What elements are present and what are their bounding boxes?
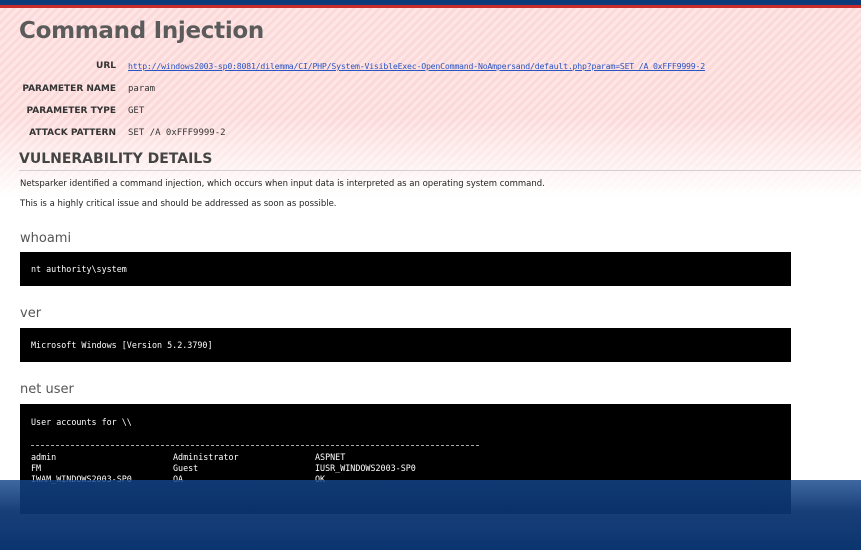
report-page: Command Injection URL http://windows2003… — [0, 5, 861, 550]
net-user-separator — [31, 445, 479, 446]
vulnerability-details-heading: VULNERABILITY DETAILS — [19, 151, 213, 167]
whoami-console: nt authority\system — [20, 252, 791, 286]
user-account: Administrator — [173, 452, 239, 462]
user-account: FM — [31, 463, 42, 473]
url-row: URL http://windows2003-sp0:8081/dilemma/… — [0, 57, 861, 75]
vulnerability-description: Netsparker identified a command injectio… — [20, 179, 545, 189]
parameter-type-label: PARAMETER TYPE — [26, 106, 117, 116]
attack-pattern-value: SET /A 0xFFF9999-2 — [128, 128, 226, 138]
parameter-name-value: param — [128, 84, 156, 94]
parameter-type-row: PARAMETER TYPE GET — [0, 102, 861, 120]
ver-console: Microsoft Windows [Version 5.2.3790] — [20, 328, 791, 362]
page-title: Command Injection — [19, 18, 264, 44]
whoami-title: whoami — [20, 231, 72, 246]
parameter-name-row: PARAMETER NAME param — [0, 80, 861, 98]
user-account: Guest — [173, 463, 199, 473]
vulnerability-severity-note: This is a highly critical issue and shou… — [20, 199, 337, 209]
url-label: URL — [96, 61, 116, 71]
whoami-output: nt authority\system — [31, 264, 127, 274]
attack-pattern-row: ATTACK PATTERN SET /A 0xFFF9999-2 — [0, 124, 861, 142]
user-account: admin — [31, 452, 57, 462]
user-account: ASPNET — [315, 452, 346, 462]
parameter-type-value: GET — [128, 106, 145, 116]
url-value: http://windows2003-sp0:8081/dilemma/CI/P… — [128, 57, 705, 76]
ver-title: ver — [20, 306, 42, 321]
net-user-title: net user — [20, 382, 74, 397]
section-divider — [19, 170, 861, 171]
url-link[interactable]: http://windows2003-sp0:8081/dilemma/CI/P… — [128, 61, 705, 71]
attack-pattern-label: ATTACK PATTERN — [29, 128, 116, 138]
bottom-blue-band — [0, 480, 861, 550]
net-user-header: User accounts for \\ — [31, 417, 132, 427]
user-account: IUSR_WINDOWS2003-SP0 — [315, 463, 416, 473]
parameter-name-label: PARAMETER NAME — [22, 84, 116, 94]
ver-output: Microsoft Windows [Version 5.2.3790] — [31, 340, 213, 350]
